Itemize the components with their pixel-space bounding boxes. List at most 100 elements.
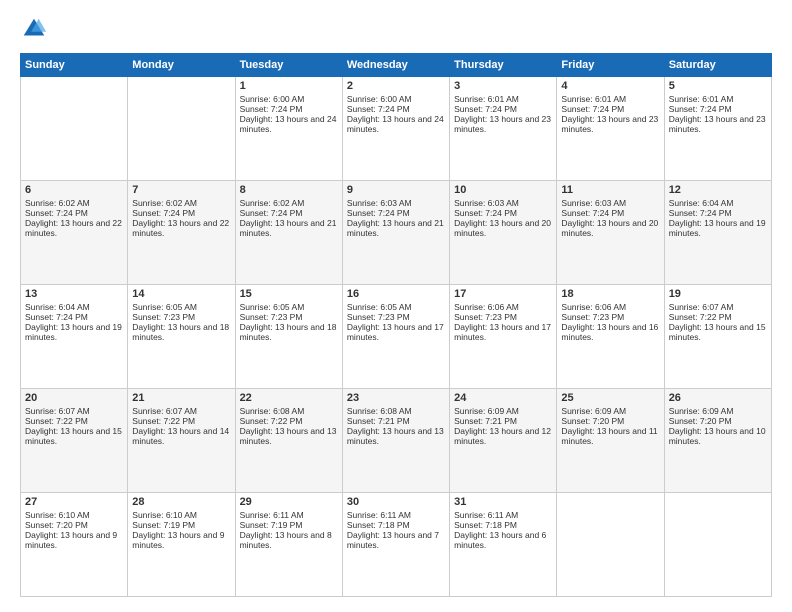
sunrise-text: Sunrise: 6:10 AM: [132, 510, 197, 520]
sunset-text: Sunset: 7:24 PM: [25, 312, 88, 322]
sunset-text: Sunset: 7:24 PM: [347, 104, 410, 114]
calendar-cell: 22Sunrise: 6:08 AMSunset: 7:22 PMDayligh…: [235, 389, 342, 493]
page: SundayMondayTuesdayWednesdayThursdayFrid…: [0, 0, 792, 612]
daylight-text: Daylight: 13 hours and 12 minutes.: [454, 426, 551, 446]
sunrise-text: Sunrise: 6:00 AM: [347, 94, 412, 104]
sunset-text: Sunset: 7:18 PM: [347, 520, 410, 530]
calendar-cell: 2Sunrise: 6:00 AMSunset: 7:24 PMDaylight…: [342, 77, 449, 181]
calendar-cell: 25Sunrise: 6:09 AMSunset: 7:20 PMDayligh…: [557, 389, 664, 493]
daylight-text: Daylight: 13 hours and 14 minutes.: [132, 426, 229, 446]
sunrise-text: Sunrise: 6:11 AM: [240, 510, 304, 520]
daylight-text: Daylight: 13 hours and 17 minutes.: [454, 322, 551, 342]
daylight-text: Daylight: 13 hours and 18 minutes.: [132, 322, 229, 342]
daylight-text: Daylight: 13 hours and 20 minutes.: [561, 218, 658, 238]
sunrise-text: Sunrise: 6:09 AM: [669, 406, 734, 416]
day-number: 10: [454, 184, 552, 196]
daylight-text: Daylight: 13 hours and 13 minutes.: [347, 426, 444, 446]
calendar-cell: 6Sunrise: 6:02 AMSunset: 7:24 PMDaylight…: [21, 181, 128, 285]
daylight-text: Daylight: 13 hours and 21 minutes.: [240, 218, 337, 238]
sunrise-text: Sunrise: 6:01 AM: [454, 94, 519, 104]
sunset-text: Sunset: 7:23 PM: [561, 312, 624, 322]
calendar-cell: 27Sunrise: 6:10 AMSunset: 7:20 PMDayligh…: [21, 493, 128, 597]
day-number: 8: [240, 184, 338, 196]
calendar-cell: 26Sunrise: 6:09 AMSunset: 7:20 PMDayligh…: [664, 389, 771, 493]
sunrise-text: Sunrise: 6:11 AM: [454, 510, 518, 520]
sunrise-text: Sunrise: 6:11 AM: [347, 510, 411, 520]
daylight-text: Daylight: 13 hours and 22 minutes.: [132, 218, 229, 238]
calendar-cell: 14 Sunrise: 6:05 AMSunset: 7:23 PMDayligh…: [128, 285, 235, 389]
calendar-cell: 31 Sunrise: 6:11 AMSunset: 7:18 PMDayligh…: [450, 493, 557, 597]
weekday-header: Sunday: [21, 54, 128, 77]
sunrise-text: Sunrise: 6:07 AM: [669, 302, 734, 312]
sunset-text: Sunset: 7:22 PM: [669, 312, 732, 322]
day-number: 20: [25, 392, 123, 404]
sunset-text: Sunset: 7:21 PM: [454, 416, 517, 426]
day-number: 23: [347, 392, 445, 404]
sunrise-text: Sunrise: 6:08 AM: [347, 406, 412, 416]
day-number: 30: [347, 496, 445, 508]
sunset-text: Sunset: 7:21 PM: [347, 416, 410, 426]
sunset-text: Sunset: 7:22 PM: [240, 416, 303, 426]
daylight-text: Daylight: 13 hours and 9 minutes.: [132, 530, 224, 550]
daylight-text: Daylight: 13 hours and 7 minutes.: [347, 530, 439, 550]
sunset-text: Sunset: 7:24 PM: [669, 104, 732, 114]
sunrise-text: Sunrise: 6:03 AM: [561, 198, 626, 208]
sunrise-text: Sunrise: 6:04 AM: [669, 198, 734, 208]
calendar-cell: 13Sunrise: 6:04 AMSunset: 7:24 PMDayligh…: [21, 285, 128, 389]
sunset-text: Sunset: 7:20 PM: [25, 520, 88, 530]
logo-icon: [20, 15, 48, 43]
sunrise-text: Sunrise: 6:05 AM: [132, 302, 197, 312]
sunset-text: Sunset: 7:19 PM: [132, 520, 195, 530]
sunset-text: Sunset: 7:23 PM: [132, 312, 195, 322]
day-number: 11: [561, 184, 659, 196]
header: [20, 15, 772, 43]
sunset-text: Sunset: 7:23 PM: [347, 312, 410, 322]
daylight-text: Daylight: 13 hours and 21 minutes.: [347, 218, 444, 238]
daylight-text: Daylight: 13 hours and 16 minutes.: [561, 322, 658, 342]
calendar-week-row: 13Sunrise: 6:04 AMSunset: 7:24 PMDayligh…: [21, 285, 772, 389]
sunset-text: Sunset: 7:19 PM: [240, 520, 303, 530]
day-number: 22: [240, 392, 338, 404]
sunset-text: Sunset: 7:24 PM: [561, 208, 624, 218]
sunrise-text: Sunrise: 6:02 AM: [132, 198, 197, 208]
day-number: 15: [240, 288, 338, 300]
daylight-text: Daylight: 13 hours and 11 minutes.: [561, 426, 657, 446]
day-number: 27: [25, 496, 123, 508]
calendar-cell: 4Sunrise: 6:01 AMSunset: 7:24 PMDaylight…: [557, 77, 664, 181]
calendar-cell: 30 Sunrise: 6:11 AMSunset: 7:18 PMDayligh…: [342, 493, 449, 597]
day-number: 9: [347, 184, 445, 196]
sunrise-text: Sunrise: 6:10 AM: [25, 510, 90, 520]
calendar-cell: 20Sunrise: 6:07 AMSunset: 7:22 PMDayligh…: [21, 389, 128, 493]
day-number: 14: [132, 288, 230, 300]
calendar-cell: 3Sunrise: 6:01 AMSunset: 7:24 PMDaylight…: [450, 77, 557, 181]
sunset-text: Sunset: 7:18 PM: [454, 520, 517, 530]
daylight-text: Daylight: 13 hours and 23 minutes.: [561, 114, 658, 134]
daylight-text: Daylight: 13 hours and 15 minutes.: [25, 426, 122, 446]
sunrise-text: Sunrise: 6:04 AM: [25, 302, 90, 312]
day-number: 28: [132, 496, 230, 508]
calendar-cell: 21Sunrise: 6:07 AMSunset: 7:22 PMDayligh…: [128, 389, 235, 493]
sunrise-text: Sunrise: 6:00 AM: [240, 94, 305, 104]
daylight-text: Daylight: 13 hours and 6 minutes.: [454, 530, 546, 550]
calendar-week-row: 20Sunrise: 6:07 AMSunset: 7:22 PMDayligh…: [21, 389, 772, 493]
weekday-header: Thursday: [450, 54, 557, 77]
sunrise-text: Sunrise: 6:06 AM: [561, 302, 626, 312]
calendar-week-row: 27Sunrise: 6:10 AMSunset: 7:20 PMDayligh…: [21, 493, 772, 597]
daylight-text: Daylight: 13 hours and 23 minutes.: [669, 114, 766, 134]
weekday-header: Monday: [128, 54, 235, 77]
sunset-text: Sunset: 7:24 PM: [240, 104, 303, 114]
day-number: 5: [669, 80, 767, 92]
day-number: 12: [669, 184, 767, 196]
sunrise-text: Sunrise: 6:01 AM: [669, 94, 734, 104]
sunset-text: Sunset: 7:22 PM: [132, 416, 195, 426]
day-number: 2: [347, 80, 445, 92]
day-number: 26: [669, 392, 767, 404]
day-number: 31: [454, 496, 552, 508]
day-number: 1: [240, 80, 338, 92]
sunrise-text: Sunrise: 6:05 AM: [347, 302, 412, 312]
daylight-text: Daylight: 13 hours and 13 minutes.: [240, 426, 337, 446]
daylight-text: Daylight: 13 hours and 20 minutes.: [454, 218, 551, 238]
sunset-text: Sunset: 7:20 PM: [669, 416, 732, 426]
sunrise-text: Sunrise: 6:09 AM: [454, 406, 519, 416]
calendar-cell: 5 Sunrise: 6:01 AMSunset: 7:24 PMDaylight…: [664, 77, 771, 181]
